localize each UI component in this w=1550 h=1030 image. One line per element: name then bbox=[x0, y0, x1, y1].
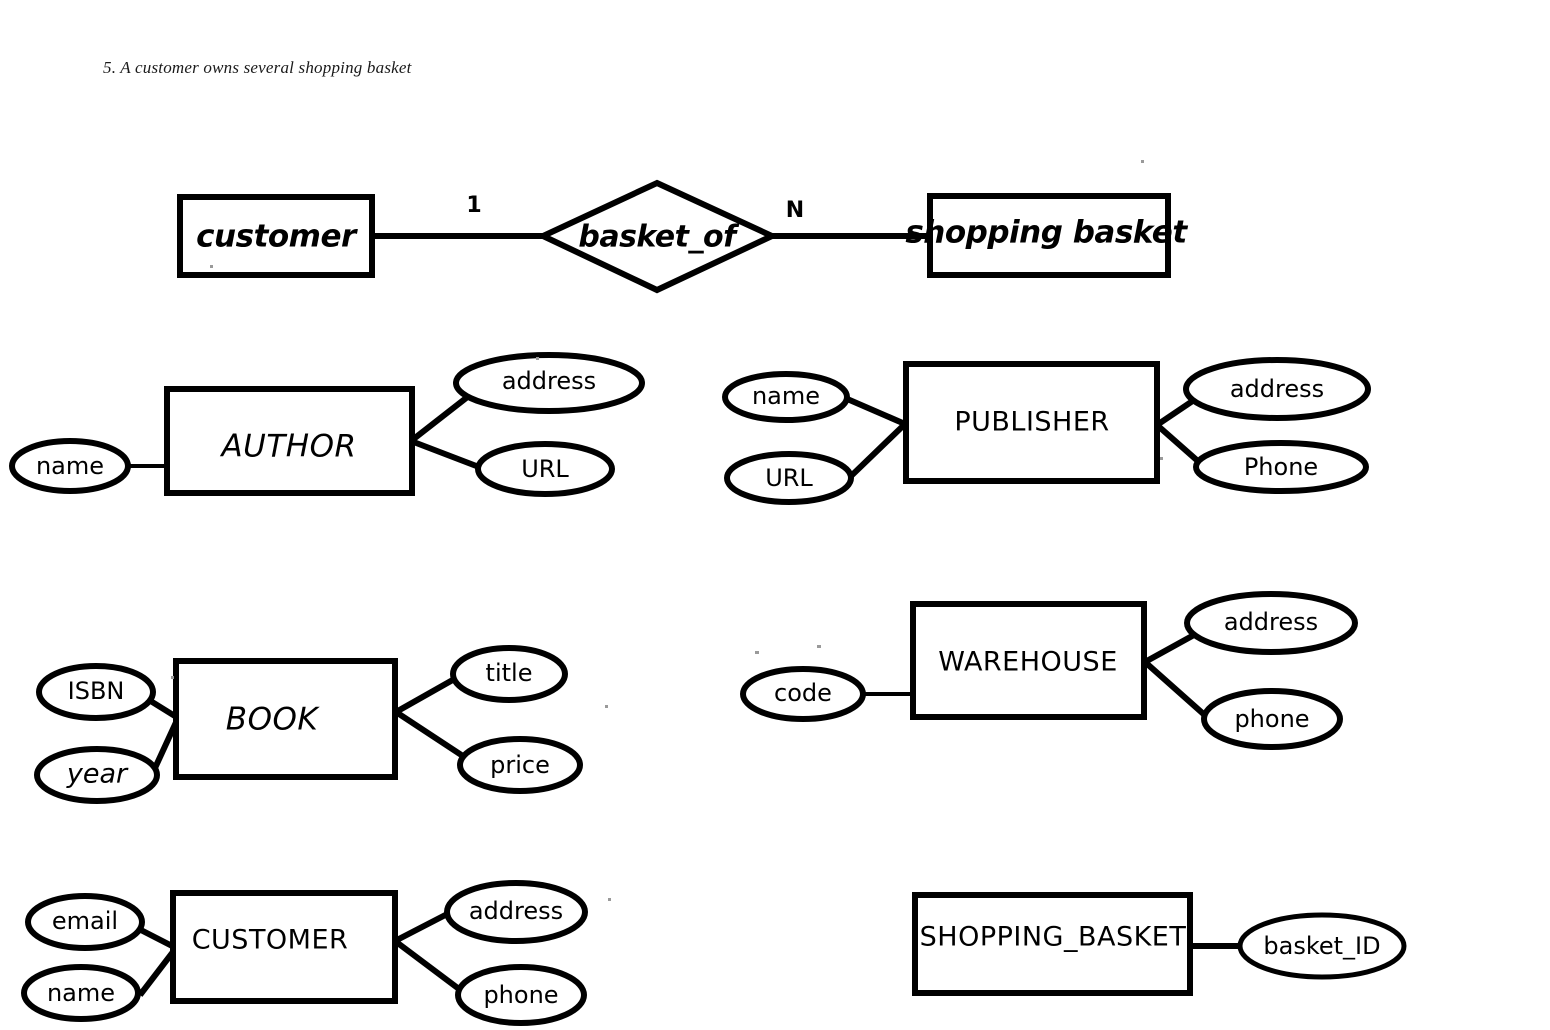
scan-speck bbox=[608, 898, 611, 901]
attribute-label-url: URL bbox=[521, 455, 569, 483]
attribute-label-email: email bbox=[52, 907, 118, 935]
entity-label-publisher: PUBLISHER bbox=[954, 407, 1109, 438]
scan-speck bbox=[536, 357, 539, 360]
attribute-label-name: name bbox=[36, 452, 104, 480]
entity-label-book: BOOK bbox=[226, 702, 321, 738]
entity-label-warehouse: WAREHOUSE bbox=[938, 647, 1118, 678]
attribute-label-code: code bbox=[774, 679, 832, 707]
attribute-label-price: price bbox=[490, 751, 550, 779]
attribute-label-title: title bbox=[486, 659, 533, 687]
attribute-label-isbn: ISBN bbox=[68, 677, 125, 705]
connector-warehouse-phone bbox=[1143, 659, 1210, 721]
entity-group-author: AUTHOR name address URL bbox=[9, 352, 645, 497]
cardinality-label-n: N bbox=[786, 198, 804, 223]
attribute-label-address: address bbox=[502, 367, 596, 395]
attribute-label-address: address bbox=[469, 897, 563, 925]
scan-speck bbox=[817, 645, 821, 648]
connector-customer-phone bbox=[393, 938, 465, 995]
entity-label-shopping-basket-entity: SHOPPING_BASKET bbox=[920, 922, 1187, 953]
entity-label-customer-entity: CUSTOMER bbox=[192, 925, 349, 956]
attribute-label-phone: Phone bbox=[1244, 453, 1318, 481]
scan-speck bbox=[1160, 457, 1163, 460]
attribute-label-phone: phone bbox=[1234, 705, 1309, 733]
attribute-label-year: year bbox=[66, 759, 129, 790]
entity-group-shopping-basket: SHOPPING_BASKET basket_ID bbox=[912, 892, 1407, 996]
attribute-label-url: URL bbox=[765, 464, 813, 492]
attribute-label-address: address bbox=[1224, 608, 1318, 636]
relationship-label-basket-of: basket_of bbox=[578, 220, 740, 255]
scan-speck bbox=[1141, 160, 1144, 163]
entity-label-author: AUTHOR bbox=[219, 429, 356, 465]
attribute-label-name: name bbox=[47, 979, 115, 1007]
entity-group-publisher: PUBLISHER name URL address Phone bbox=[722, 357, 1371, 505]
connector-author-address bbox=[409, 392, 472, 444]
connector-publisher-url bbox=[846, 421, 908, 481]
scan-speck bbox=[210, 265, 213, 268]
entity-group-customer: CUSTOMER email name address phone bbox=[21, 880, 611, 1026]
entity-group-warehouse: WAREHOUSE code address phone bbox=[740, 591, 1358, 750]
entity-label-customer: customer bbox=[196, 219, 358, 255]
attribute-label-name: name bbox=[752, 382, 820, 410]
attribute-label-address: address bbox=[1230, 375, 1324, 403]
attribute-label-basket-id: basket_ID bbox=[1263, 932, 1380, 960]
entity-group-book: BOOK ISBN year title price bbox=[34, 645, 608, 804]
connector-book-price bbox=[394, 709, 474, 765]
cardinality-label-one: 1 bbox=[466, 193, 481, 218]
entity-label-shopping-basket: shopping basket bbox=[905, 215, 1188, 251]
scan-speck bbox=[605, 705, 608, 708]
connector-publisher-name bbox=[843, 395, 907, 427]
er-diagram-canvas: customer basket_of shopping basket 1 N A… bbox=[9, 160, 1407, 1026]
scan-speck bbox=[755, 651, 759, 654]
attribute-label-phone: phone bbox=[483, 981, 558, 1009]
scan-speck bbox=[171, 676, 174, 679]
relationship-diagram: customer basket_of shopping basket 1 N bbox=[177, 160, 1189, 294]
